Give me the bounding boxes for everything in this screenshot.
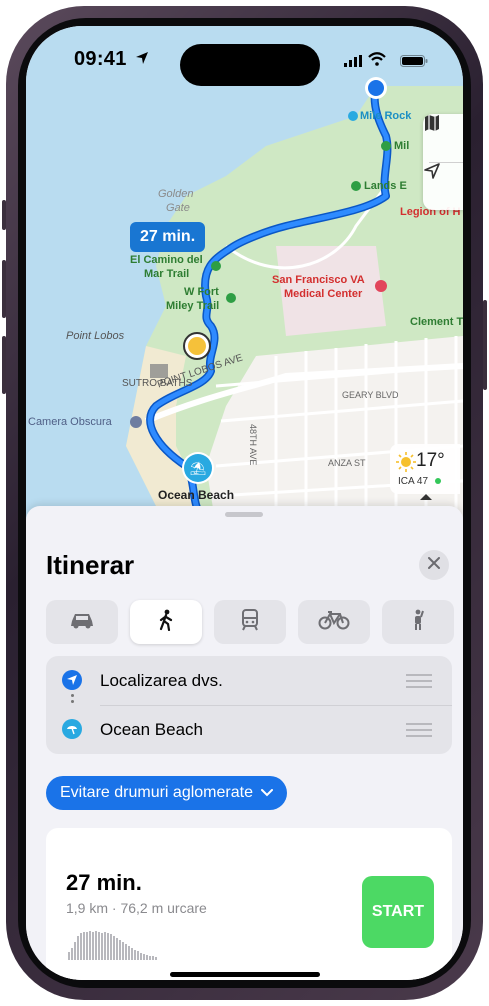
map-label-golden-gate: Golden — [158, 188, 194, 200]
map-label-sf-va: San Francisco VA — [272, 274, 365, 286]
location-services-icon — [135, 48, 149, 71]
close-icon — [428, 556, 440, 574]
train-icon — [241, 608, 259, 636]
map-label-sf-va-2: Medical Center — [284, 288, 363, 300]
waypoints-list: Localizarea dvs. Ocean Beach — [46, 656, 452, 754]
start-button[interactable]: START — [362, 876, 434, 948]
map-label-w-fort: W Fort — [184, 286, 219, 298]
walking-person-icon — [157, 609, 175, 636]
map-label-mile-rock: Mile Rock — [360, 110, 412, 122]
sheet-grabber[interactable] — [225, 512, 263, 517]
map-label-geary: GEARY BLVD — [342, 390, 399, 400]
reorder-handle-icon[interactable] — [406, 674, 432, 692]
battery-icon — [400, 54, 428, 72]
dynamic-island — [180, 44, 320, 86]
map-label-golden-gate-2: Gate — [166, 202, 190, 214]
route-distance-elevation: 1,9 km · 76,2 m urcare — [66, 900, 207, 916]
close-button[interactable] — [419, 550, 449, 580]
weather-widget[interactable]: 17° ICA 47 — [390, 444, 460, 494]
beach-umbrella-icon — [62, 719, 82, 739]
map-label-mile: Mil — [394, 140, 410, 152]
waypoint-origin[interactable]: Localizarea dvs. — [46, 656, 452, 706]
avoid-busy-roads-button[interactable]: Evitare drumuri aglomerate — [46, 776, 287, 810]
status-bar: 09:41 — [26, 26, 463, 86]
cellular-signal-icon — [344, 54, 362, 72]
map-label-ocean-beach: Ocean Beach — [158, 488, 235, 502]
aqi-label: ICA 47 — [398, 476, 429, 487]
route-time-bubble[interactable]: 27 min. — [130, 222, 206, 252]
locate-button[interactable] — [423, 162, 463, 210]
waypoint-destination[interactable]: Ocean Beach — [46, 705, 452, 754]
map-label-el-camino-2: Mar Trail — [144, 268, 190, 280]
avoid-busy-roads-label: Evitare drumuri aglomerate — [60, 784, 253, 801]
weather-temperature: 17° — [416, 450, 445, 471]
sheet-title: Itinerar — [46, 550, 135, 580]
screen: ⛱ Golden Gate Mile Rock Mil Lands E Legi… — [26, 26, 463, 980]
power-button — [483, 300, 487, 390]
map-label-w-fort-2: Miley Trail — [166, 300, 220, 312]
person-hailing-icon — [410, 609, 426, 636]
reorder-handle-icon[interactable] — [406, 723, 432, 741]
home-indicator[interactable] — [170, 972, 320, 977]
mode-walk-button[interactable] — [130, 600, 202, 644]
directions-sheet: Itinerar Localizarea dvs. Ocean Beach Ev… — [26, 506, 463, 980]
route-card[interactable]: 27 min. 1,9 km · 76,2 m urcare START — [46, 828, 452, 980]
bicycle-icon — [318, 610, 350, 635]
map-view[interactable]: ⛱ Golden Gate Mile Rock Mil Lands E Legi… — [26, 26, 463, 526]
route-duration: 27 min. — [66, 870, 142, 895]
waypoint-destination-label: Ocean Beach — [100, 720, 204, 739]
chevron-down-icon — [260, 784, 273, 802]
mode-transit-button[interactable] — [214, 600, 286, 644]
mode-car-button[interactable] — [46, 600, 118, 644]
mode-bike-button[interactable] — [298, 600, 370, 644]
air-quality-index: ICA 47 — [398, 476, 441, 487]
map-label-camera-obscura: Camera Obscura — [28, 416, 112, 428]
aqi-dot-icon — [434, 478, 441, 484]
map-label-el-camino: El Camino del — [130, 254, 203, 266]
map-label-48th-ave: 48TH AVE — [248, 424, 258, 466]
status-time: 09:41 — [74, 48, 149, 71]
waypoint-origin-label: Localizarea dvs. — [100, 671, 223, 690]
map-label-anza: ANZA ST — [328, 458, 366, 468]
status-time-text: 09:41 — [74, 48, 127, 70]
map-label-point-lobos: Point Lobos — [66, 330, 125, 342]
map-label-lands-end: Lands E — [364, 180, 407, 192]
map-label-clement: Clement Tr — [410, 316, 463, 328]
map-controls — [423, 114, 463, 210]
wifi-icon — [368, 52, 386, 71]
svg-text:⛱: ⛱ — [190, 461, 207, 477]
current-location-icon — [62, 670, 82, 690]
elevation-profile — [66, 928, 186, 965]
mode-rideshare-button[interactable] — [382, 600, 454, 644]
map-mode-button[interactable] — [423, 114, 463, 162]
car-icon — [69, 611, 95, 634]
